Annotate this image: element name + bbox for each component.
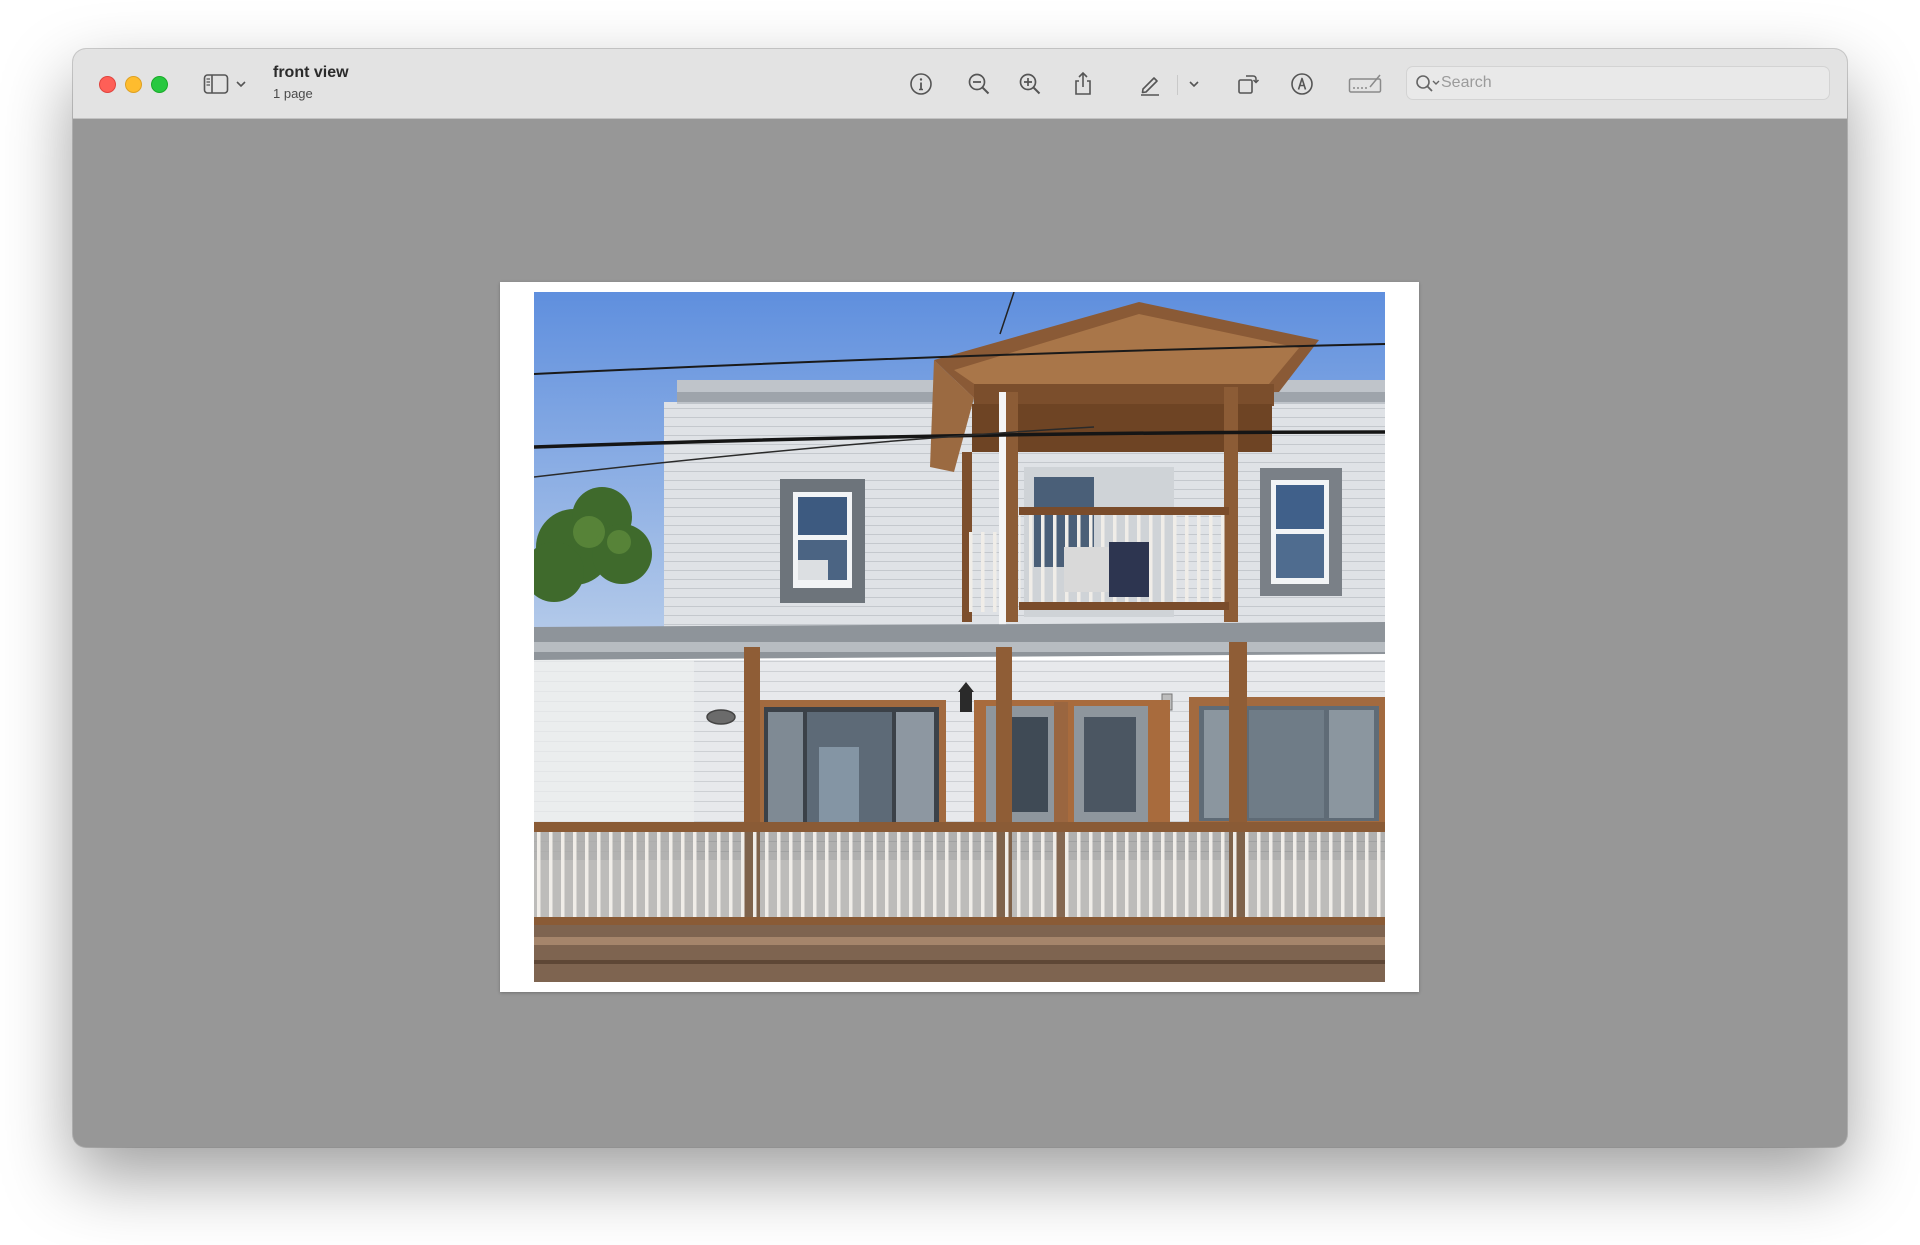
zoom-in-button[interactable] [1016,70,1044,98]
chevron-down-icon [236,81,246,88]
info-button[interactable] [907,70,935,98]
sidebar-toggle-button[interactable] [202,70,230,98]
close-button[interactable] [99,76,116,93]
highlight-button[interactable] [1136,70,1164,98]
search-field[interactable] [1406,66,1830,100]
zoom-out-icon [968,73,990,95]
toolbar-separator [1177,75,1178,95]
info-icon [910,73,932,95]
share-button[interactable] [1069,70,1097,98]
signature-icon [1348,74,1382,93]
rotate-button[interactable] [1234,70,1262,98]
document-title: front view [273,64,349,81]
search-icon [1416,75,1440,92]
minimize-button[interactable] [125,76,142,93]
zoom-in-icon [1019,73,1041,95]
markup-button[interactable] [1288,70,1316,98]
rotate-icon [1238,75,1260,94]
search-input[interactable] [1441,67,1821,99]
sidebar-icon [203,74,229,94]
sign-button[interactable] [1347,70,1383,98]
house-photo-drawing [534,292,1385,982]
page-count: 1 page [273,86,313,101]
maximize-button[interactable] [151,76,168,93]
highlight-menu-button[interactable] [1186,70,1202,98]
titlebar: front view 1 page [73,49,1847,119]
markup-icon [1291,73,1313,95]
zoom-out-button[interactable] [965,70,993,98]
share-icon [1075,71,1091,95]
pencil-icon [1141,77,1159,96]
preview-window: front view 1 page [73,49,1847,1147]
house-photo [534,292,1385,982]
chevron-down-icon [1189,81,1199,88]
document-page [500,282,1419,992]
sidebar-menu-button[interactable] [233,70,249,98]
